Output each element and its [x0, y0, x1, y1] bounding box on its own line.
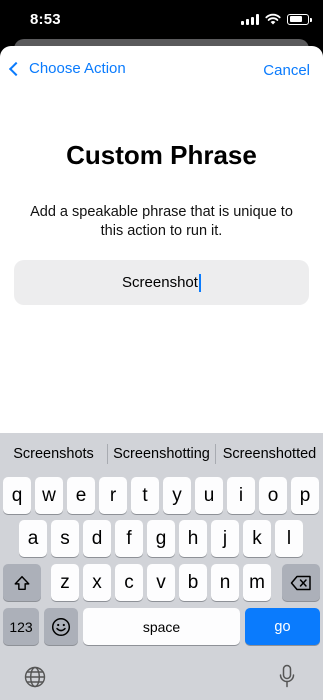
delete-key[interactable] [282, 564, 320, 601]
key-b[interactable]: b [179, 564, 207, 601]
phrase-input-value: Screenshot [122, 274, 198, 291]
key-w[interactable]: w [35, 477, 63, 514]
cancel-button[interactable]: Cancel [263, 62, 310, 79]
phrase-input[interactable]: Screenshot [14, 260, 309, 305]
shift-key[interactable] [3, 564, 41, 601]
space-key[interactable]: space [83, 608, 240, 645]
battery-level [289, 16, 302, 22]
key-o[interactable]: o [259, 477, 287, 514]
emoji-key[interactable] [44, 608, 78, 645]
key-y[interactable]: y [163, 477, 191, 514]
key-i[interactable]: i [227, 477, 255, 514]
page-description: Add a speakable phrase that is unique to… [30, 204, 293, 239]
numbers-key[interactable]: 123 [3, 608, 39, 645]
key-q[interactable]: q [3, 477, 31, 514]
chevron-left-icon [8, 61, 24, 76]
key-j[interactable]: j [211, 520, 239, 557]
back-button-label: Choose Action [29, 60, 126, 77]
delete-icon [290, 575, 311, 590]
key-h[interactable]: h [179, 520, 207, 557]
status-icons [241, 13, 312, 25]
shift-icon [14, 575, 30, 590]
key-u[interactable]: u [195, 477, 223, 514]
suggestion-item[interactable]: Screenshots [0, 446, 107, 462]
key-k[interactable]: k [243, 520, 271, 557]
key-z[interactable]: z [51, 564, 79, 601]
key-l[interactable]: l [275, 520, 303, 557]
key-n[interactable]: n [211, 564, 239, 601]
key-p[interactable]: p [291, 477, 319, 514]
globe-icon[interactable] [24, 666, 46, 688]
key-f[interactable]: f [115, 520, 143, 557]
battery-icon [287, 13, 312, 25]
key-c[interactable]: c [115, 564, 143, 601]
keyboard: Screenshots Screenshotting Screenshotted… [0, 433, 323, 700]
key-x[interactable]: x [83, 564, 111, 601]
key-s[interactable]: s [51, 520, 79, 557]
key-a[interactable]: a [19, 520, 47, 557]
microphone-icon[interactable] [279, 664, 295, 688]
emoji-icon [51, 617, 71, 636]
key-r[interactable]: r [99, 477, 127, 514]
screen: 8:53 Choose Action Cancel Custom Phrase … [0, 0, 323, 700]
status-time: 8:53 [30, 11, 61, 28]
suggestion-item[interactable]: Screenshotting [108, 446, 215, 462]
key-g[interactable]: g [147, 520, 175, 557]
text-caret [198, 273, 201, 292]
suggestion-bar: Screenshots Screenshotting Screenshotted [0, 433, 323, 475]
status-bar: 8:53 [0, 0, 323, 40]
wifi-icon [265, 13, 281, 25]
key-t[interactable]: t [131, 477, 159, 514]
key-m[interactable]: m [243, 564, 271, 601]
suggestion-item[interactable]: Screenshotted [216, 446, 323, 462]
go-key[interactable]: go [245, 608, 320, 645]
key-v[interactable]: v [147, 564, 175, 601]
back-button[interactable]: Choose Action [7, 60, 126, 77]
cellular-signal-icon [241, 13, 259, 25]
key-e[interactable]: e [67, 477, 95, 514]
page-title: Custom Phrase [66, 140, 257, 170]
key-d[interactable]: d [83, 520, 111, 557]
